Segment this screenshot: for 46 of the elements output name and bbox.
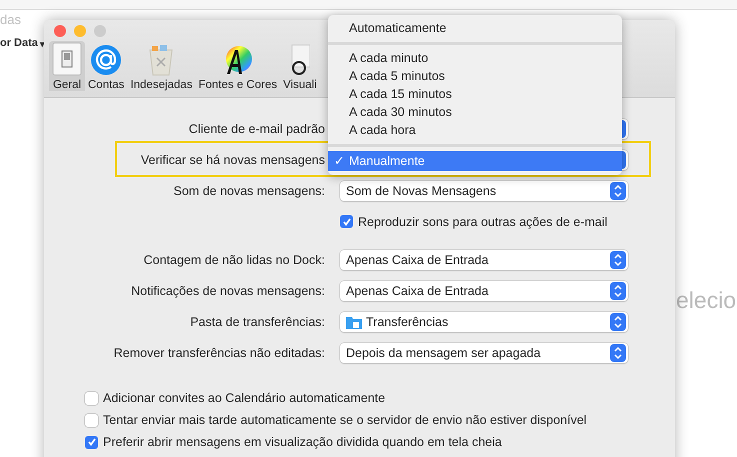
toolbar-tab[interactable]: Indesejadas: [127, 41, 196, 91]
popup-button[interactable]: Som de Novas Mensagens: [340, 180, 628, 200]
setting-label: Cliente de e-mail padrão: [188, 122, 326, 136]
stepper-icon: [610, 344, 626, 362]
toolbar-tab[interactable]: Visuali: [280, 41, 320, 91]
popup-button[interactable]: Apenas Caixa de Entrada: [340, 250, 628, 270]
close-button[interactable]: [54, 25, 66, 37]
popup-button[interactable]: Apenas Caixa de Entrada: [340, 280, 628, 300]
checkbox-label: Preferir abrir mensagens em visualização dividida quando em tela cheia: [103, 435, 502, 449]
checkbox[interactable]: [85, 414, 98, 426]
menu-item[interactable]: A cada 15 minutos: [328, 85, 622, 103]
stepper-icon: [610, 282, 626, 300]
toolbar-label: das: [0, 12, 21, 27]
checkbox-label: Tentar enviar mais tarde automaticamente se o servidor de envio não estiver disponível: [103, 413, 587, 427]
setting-label: Som de novas mensagens:: [172, 184, 326, 198]
checkbox[interactable]: [85, 436, 98, 448]
menu-item[interactable]: A cada 5 minutos: [328, 67, 622, 85]
toolbar-tab[interactable]: Geral: [49, 41, 85, 91]
minimize-button[interactable]: [74, 25, 86, 37]
menu-item[interactable]: A cada hora: [328, 121, 622, 139]
menu-item[interactable]: A cada minuto: [328, 49, 622, 67]
setting-label: Notificações de novas mensagens:: [130, 284, 326, 298]
toolbar-tab[interactable]: Contas: [85, 41, 128, 91]
checkbox-label: Adicionar convites ao Calendário automaticamente: [103, 391, 386, 405]
placeholder-text: elecio: [676, 287, 736, 314]
at-sign-icon: [90, 44, 122, 76]
menu-item[interactable]: Automaticamente: [328, 19, 622, 37]
setting-label: Contagem de não lidas no Dock:: [142, 252, 326, 266]
setting-label: Pasta de transferências:: [189, 314, 326, 328]
checkbox[interactable]: [85, 392, 98, 404]
menu-item[interactable]: ✓ Manualmente: [328, 151, 622, 171]
switch-icon: [52, 42, 82, 76]
stepper-icon: [610, 182, 626, 200]
stepper-icon: [610, 250, 626, 268]
caret-icon[interactable]: ▾: [40, 37, 45, 51]
menu-item[interactable]: A cada 30 minutos: [328, 103, 622, 121]
sort-label[interactable]: or Data: [0, 37, 38, 51]
checkbox-label: Reproduzir sons para outras ações de e-mail: [358, 214, 608, 228]
setting-label: Verificar se há novas mensagens: [140, 152, 326, 166]
setting-label: Remover transferências não editadas:: [112, 346, 326, 360]
stepper-icon: [610, 312, 626, 330]
toolbar-tab[interactable]: Fontes e Cores: [195, 41, 280, 91]
checkbox[interactable]: [340, 215, 353, 228]
zoom-button[interactable]: [94, 25, 106, 37]
popup-button[interactable]: Transferências: [340, 312, 628, 332]
popup-button[interactable]: Depois da mensagem ser apagada: [340, 342, 628, 362]
